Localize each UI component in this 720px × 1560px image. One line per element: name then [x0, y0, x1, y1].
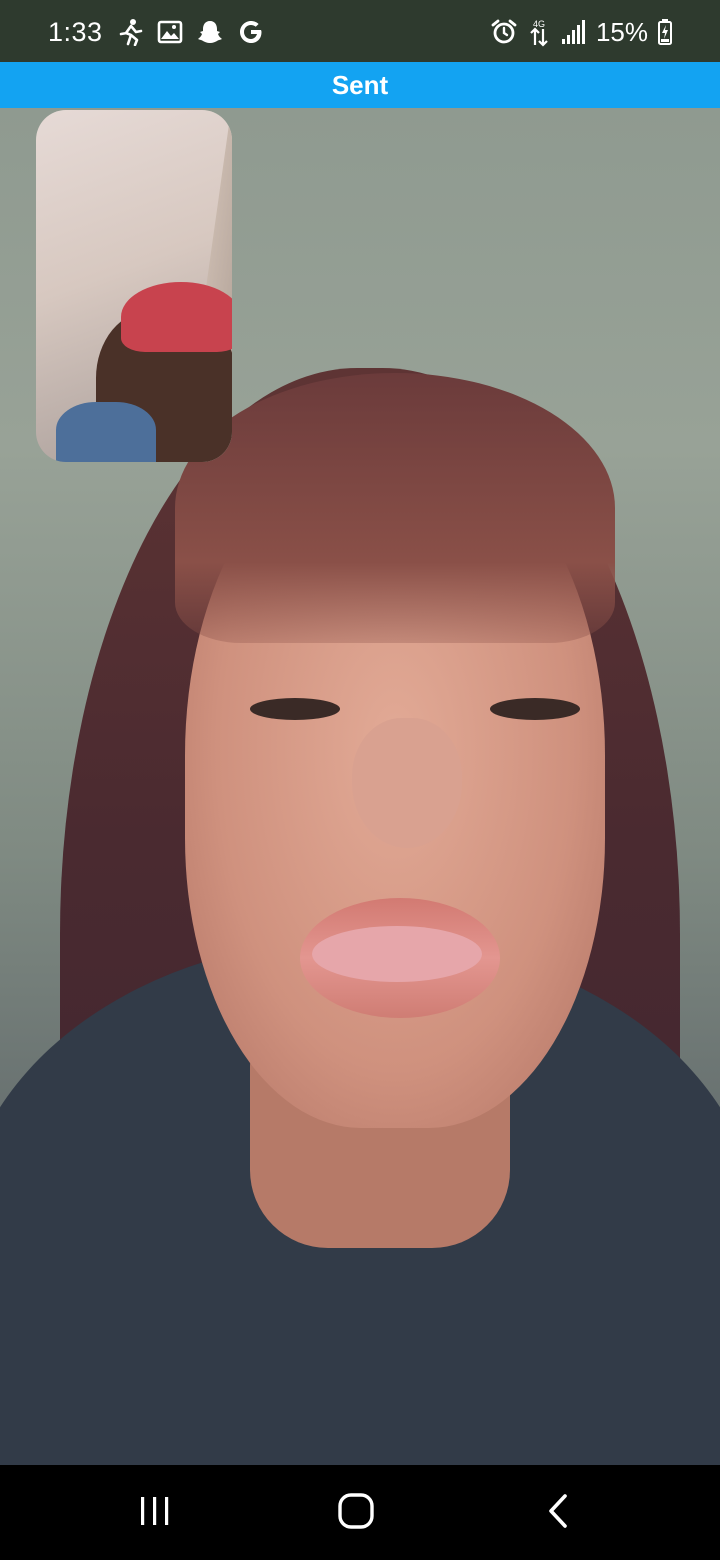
gallery-icon: [157, 20, 183, 44]
status-bar: 1:33 4G 15%: [0, 0, 720, 62]
remote-person-bangs: [175, 373, 615, 643]
back-icon: [545, 1492, 571, 1535]
remote-person-right-eye: [490, 698, 580, 720]
signal-icon: [560, 19, 586, 45]
self-view-thumbnail[interactable]: [36, 110, 232, 462]
self-view-shirt: [56, 402, 156, 462]
recents-button[interactable]: [115, 1483, 195, 1543]
home-button[interactable]: [316, 1483, 396, 1543]
alarm-icon: [490, 18, 518, 46]
svg-text:4G: 4G: [533, 19, 545, 29]
status-time: 1:33: [48, 16, 103, 47]
battery-charging-icon: [658, 19, 672, 45]
sent-banner: Sent: [0, 62, 720, 108]
runner-icon: [117, 18, 143, 46]
status-left: 1:33: [48, 14, 265, 50]
status-right: 4G 15%: [490, 14, 672, 50]
home-icon: [337, 1492, 375, 1535]
self-view-cap: [121, 282, 232, 352]
snapchat-ghost-icon: [197, 19, 223, 45]
battery-percent: 15%: [595, 16, 648, 47]
data-transfer-icon: 4G: [528, 17, 550, 47]
google-icon: [237, 18, 265, 46]
back-button[interactable]: [518, 1483, 598, 1543]
remote-person-nose: [352, 718, 462, 848]
navigation-bar: [0, 1465, 720, 1560]
remote-person-tongue: [312, 926, 482, 982]
recents-icon: [138, 1495, 172, 1532]
remote-person-left-eye: [250, 698, 340, 720]
